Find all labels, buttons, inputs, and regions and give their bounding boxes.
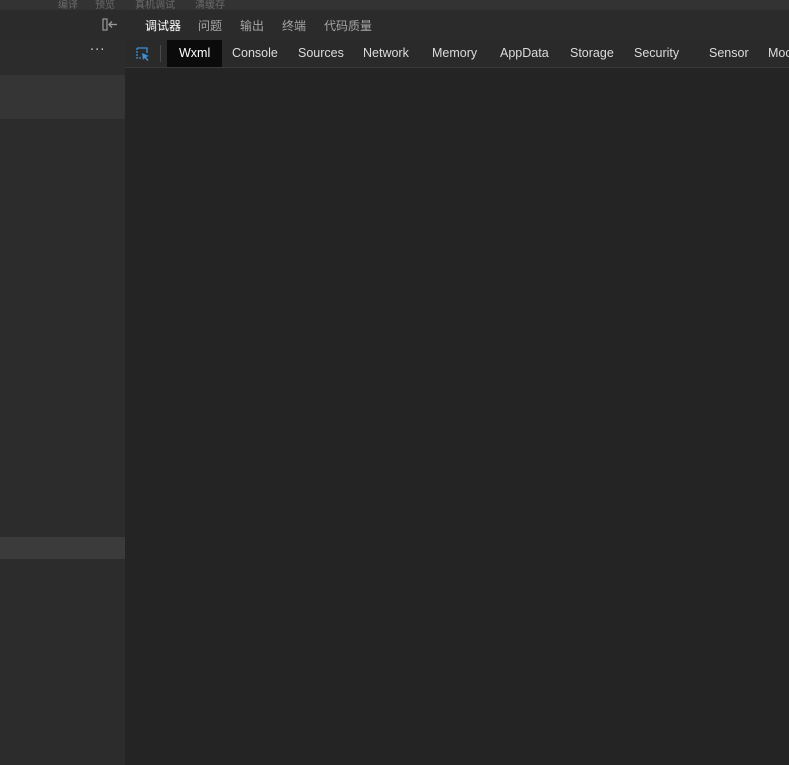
top-menu-strip: 编译 预览 真机调试 清缓存 [0,0,789,11]
more-options-icon[interactable]: ··· [90,44,108,60]
devtools-tab-network[interactable]: Network [363,40,409,67]
collapse-panel-icon[interactable] [101,17,119,33]
devtools-tab-console[interactable]: Console [232,40,278,67]
devtools-tab-sensor[interactable]: Sensor [709,40,749,67]
inspect-element-icon[interactable] [135,46,151,62]
left-panel-section-header[interactable] [0,537,125,559]
tab-debugger[interactable]: 调试器 [145,17,182,42]
left-panel-selected-row[interactable] [0,75,125,119]
devtools-tab-sources[interactable]: Sources [298,40,344,67]
toolbar-divider [160,45,161,62]
tab-code-quality[interactable]: 代码质量 [324,17,372,37]
devtools-toolbar: Wxml Console Sources Network Memory AppD… [125,40,789,68]
devtools-tab-security[interactable]: Security [634,40,679,67]
devtools-panel: Wxml Console Sources Network Memory AppD… [125,40,789,765]
devtools-tab-appdata[interactable]: AppData [500,40,549,67]
tab-terminal[interactable]: 终端 [282,17,306,37]
devtools-content-area [125,68,789,765]
panel-tabbar: 调试器 问题 输出 终端 代码质量 [0,10,789,42]
tab-problems[interactable]: 问题 [198,17,222,37]
tab-output[interactable]: 输出 [240,17,264,37]
devtools-tab-storage[interactable]: Storage [570,40,614,67]
left-panel: ··· [0,40,125,765]
devtools-tab-memory[interactable]: Memory [432,40,477,67]
devtools-tab-wxml[interactable]: Wxml [167,40,223,67]
devtools-tab-mock[interactable]: Mock [768,40,789,67]
